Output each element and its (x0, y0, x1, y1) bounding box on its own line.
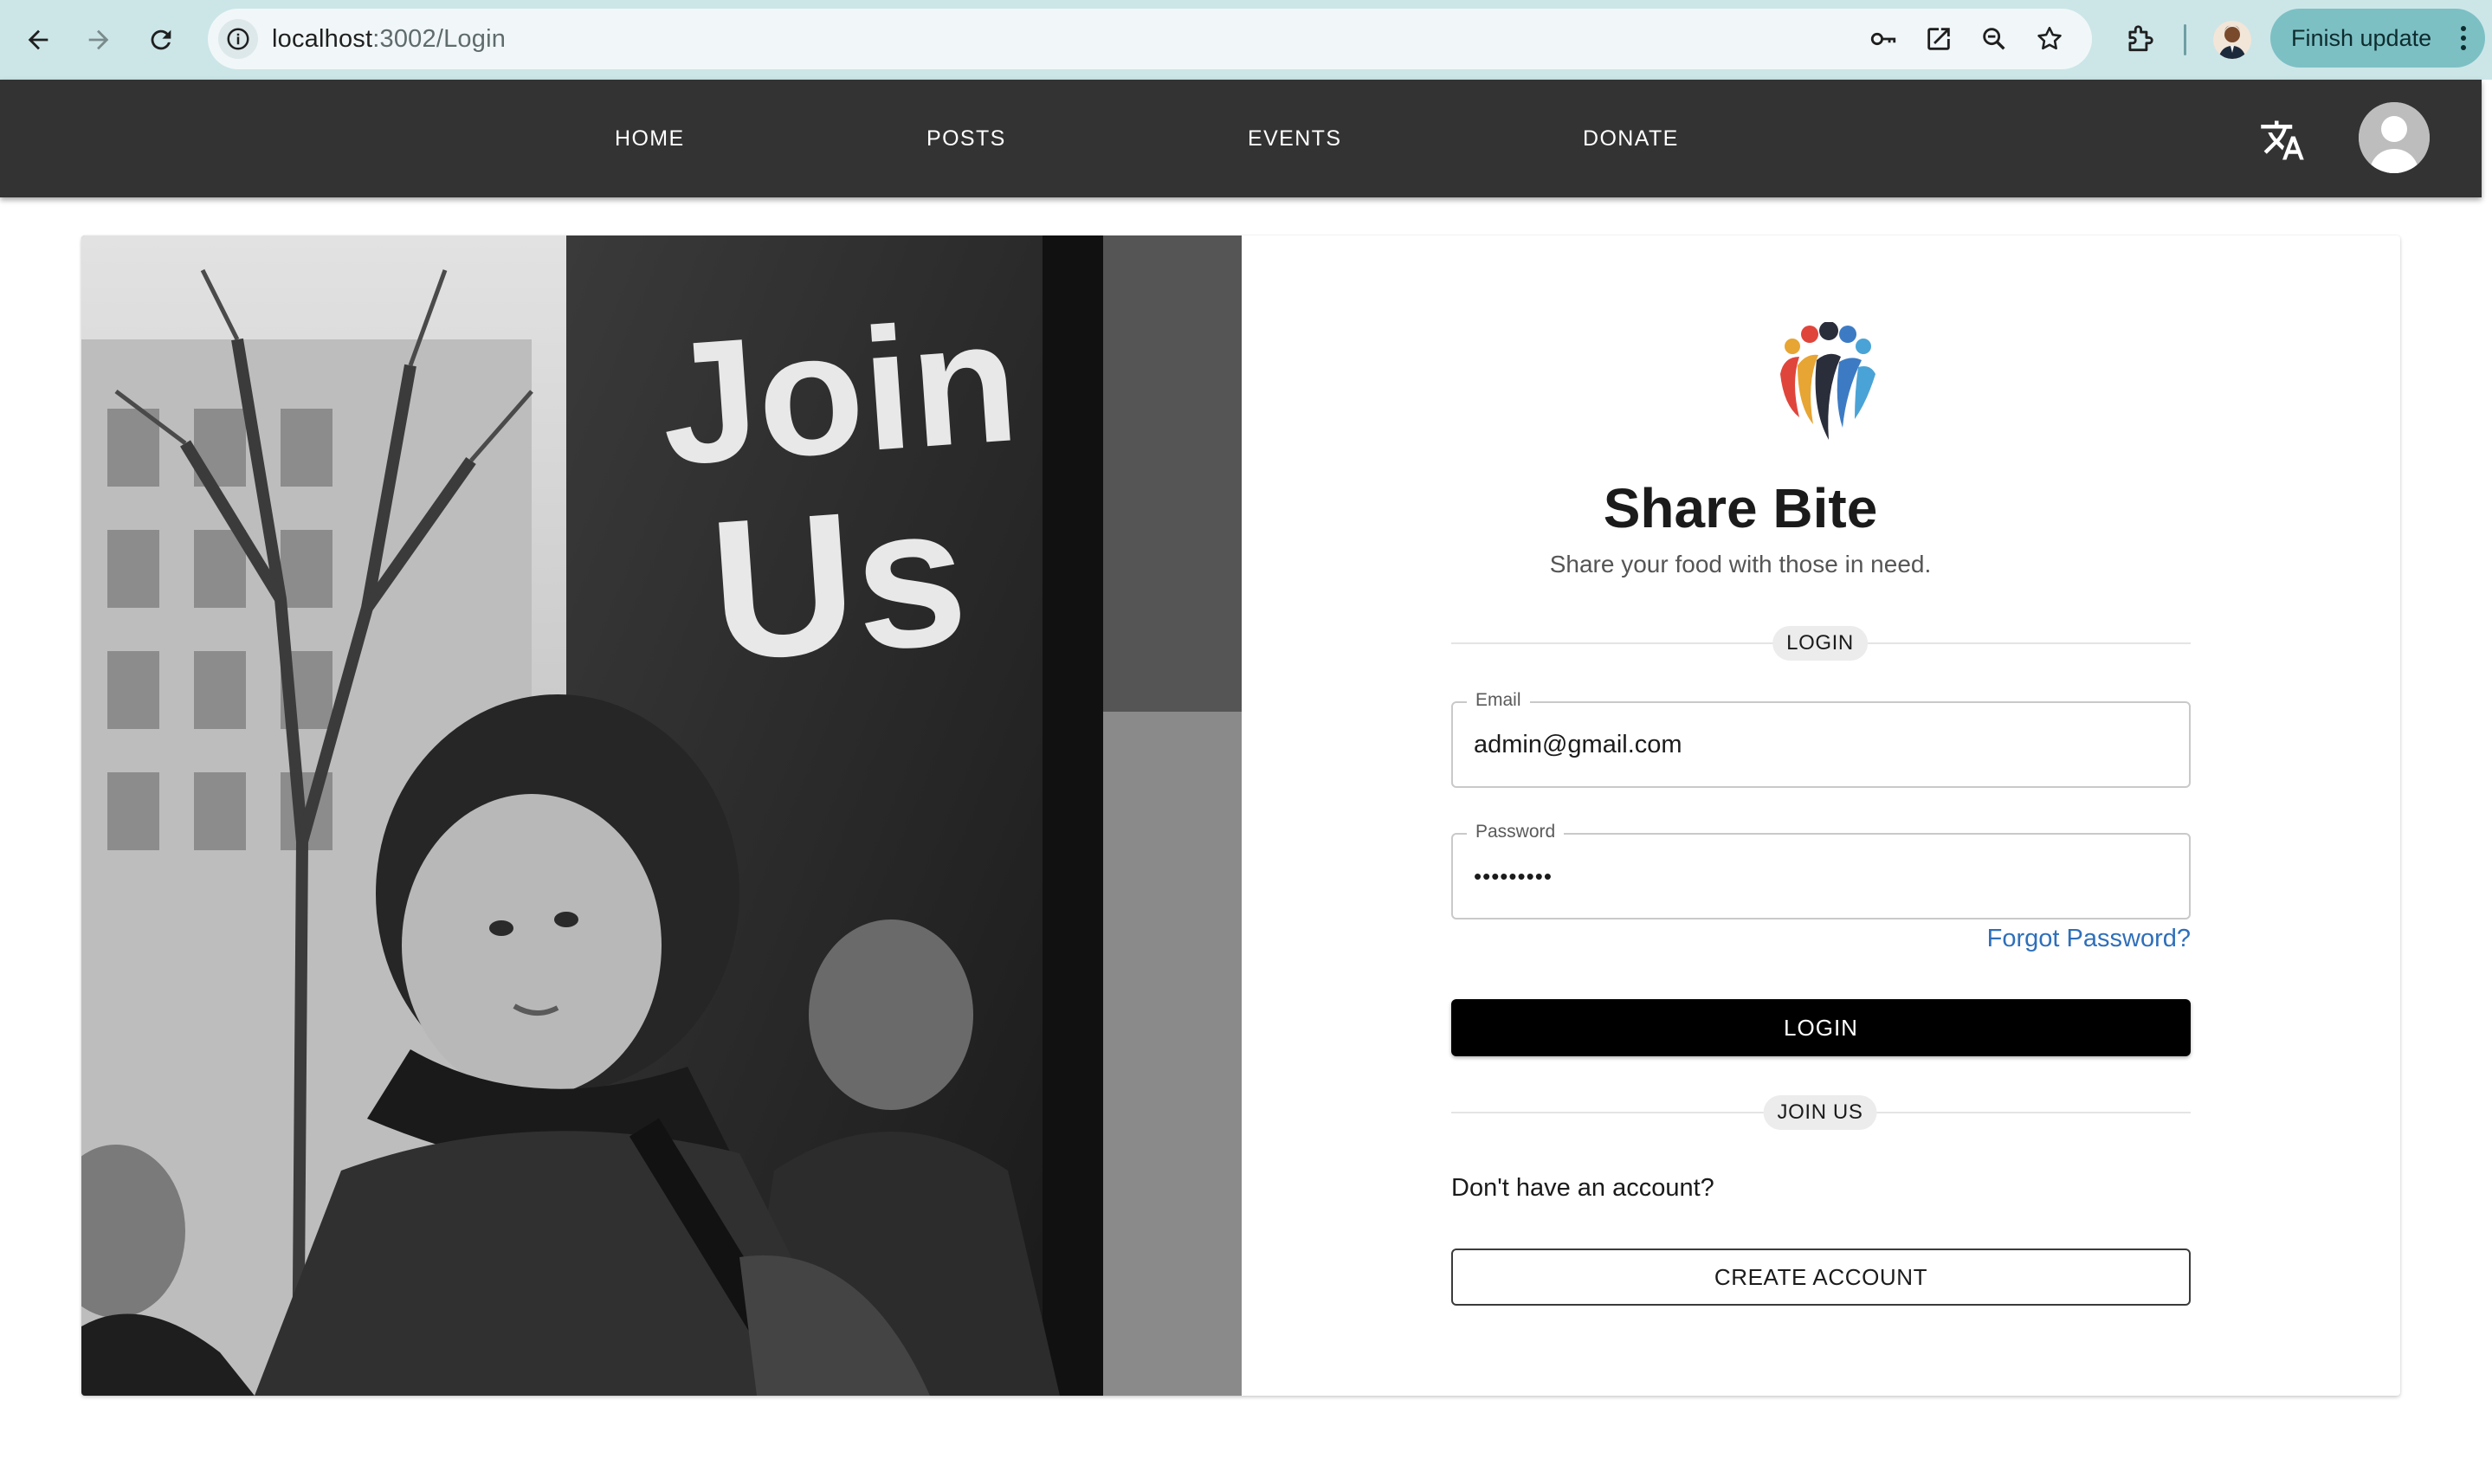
browser-toolbar: localhost:3002/Login Finish update (0, 0, 2492, 80)
create-account-button[interactable]: CREATE ACCOUNT (1451, 1248, 2191, 1306)
forgot-password-link[interactable]: Forgot Password? (1905, 925, 2191, 953)
finish-update-button[interactable]: Finish update (2270, 9, 2485, 68)
hero-sign-line2: Us (704, 462, 973, 702)
url-host: localhost (272, 25, 373, 53)
forward-arrow-icon[interactable] (74, 16, 123, 64)
hero-sign-line1: Join (655, 284, 1023, 501)
address-bar[interactable]: localhost:3002/Login (208, 9, 2092, 69)
kebab-menu-icon (2461, 26, 2466, 50)
login-button[interactable]: LOGIN (1451, 999, 2191, 1056)
brand-subtitle: Share your food with those in need. (1549, 551, 1932, 577)
join-section-chip: JOIN US (1763, 1095, 1877, 1130)
password-input-value[interactable]: ••••••••• (1474, 835, 1553, 918)
email-input-value[interactable]: admin@gmail.com (1474, 703, 1682, 786)
user-avatar-icon[interactable] (2359, 102, 2430, 173)
star-bookmark-icon[interactable] (2031, 21, 2068, 57)
nav-posts[interactable]: POSTS (926, 80, 1006, 197)
hero-photo-illustration: Join Us (81, 236, 1242, 1396)
nav-donate[interactable]: DONATE (1583, 80, 1679, 197)
toolbar-divider (2184, 24, 2186, 55)
extensions-puzzle-icon[interactable] (2118, 17, 2161, 61)
url-path: :3002/Login (372, 25, 507, 53)
finish-update-label: Finish update (2291, 24, 2432, 51)
open-in-new-icon[interactable] (1921, 21, 1957, 57)
translate-icon[interactable] (2256, 114, 2308, 166)
reload-icon[interactable] (137, 16, 185, 64)
brand-title: Share Bite (1603, 477, 1878, 539)
hero-photo: Join Us (81, 236, 1242, 1396)
profile-icon[interactable] (2213, 21, 2251, 59)
nav-home[interactable]: HOME (615, 80, 685, 197)
back-arrow-icon[interactable] (14, 16, 62, 64)
email-field[interactable]: Email admin@gmail.com (1451, 690, 2191, 788)
no-account-prompt: Don't have an account? (1451, 1174, 1714, 1202)
password-field[interactable]: Password ••••••••• (1451, 822, 2191, 919)
url-text[interactable]: localhost:3002/Login (272, 9, 506, 69)
site-info-icon[interactable] (218, 19, 258, 59)
login-card: Join Us (81, 236, 2400, 1396)
password-key-icon[interactable] (1865, 21, 1901, 57)
login-section-chip: LOGIN (1772, 626, 1868, 661)
nav-events[interactable]: EVENTS (1248, 80, 1341, 197)
app-navbar: HOME POSTS EVENTS DONATE (0, 80, 2482, 197)
share-bite-logo (1780, 322, 1875, 440)
zoom-icon[interactable] (1976, 21, 2012, 57)
